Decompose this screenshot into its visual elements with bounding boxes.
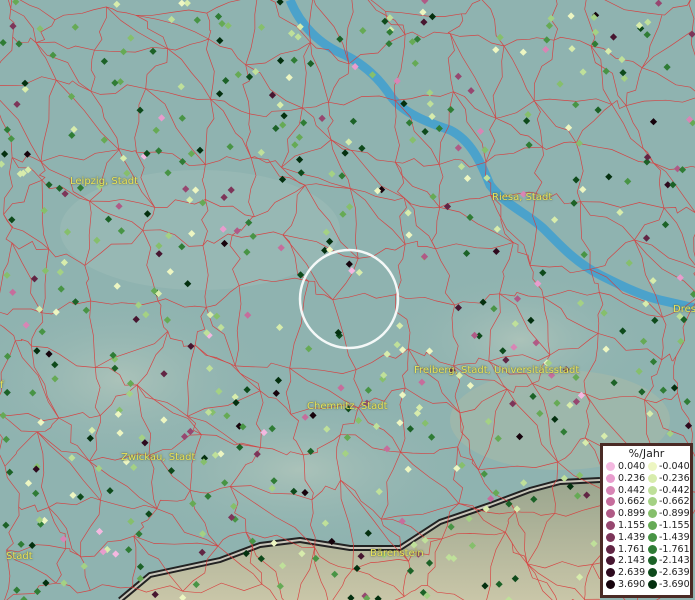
legend: %/Jahr 0.040 -0.040 0.236 -0.236 0.442 -0.442… xyxy=(600,443,693,598)
legend-row: 0.236 -0.236 xyxy=(603,473,690,485)
legend-row: 1.155 -1.155 xyxy=(603,520,690,532)
place-label-zwickau: Zwickau, Stadt xyxy=(121,452,196,463)
legend-swatch-positive xyxy=(606,497,615,507)
legend-swatch-negative xyxy=(648,544,657,554)
legend-value-negative: -3.690 xyxy=(659,578,690,590)
legend-row: 3.690 -3.690 xyxy=(603,579,690,591)
legend-value-negative: -2.639 xyxy=(659,567,690,579)
legend-value-positive: 0.899 xyxy=(618,508,646,520)
legend-swatch-positive xyxy=(606,485,615,495)
legend-value-positive: 0.236 xyxy=(618,472,646,484)
legend-value-positive: 1.761 xyxy=(618,543,646,555)
place-label-dresden: Dres xyxy=(673,304,695,315)
legend-swatch-positive xyxy=(606,509,615,519)
legend-value-positive: 3.690 xyxy=(618,578,646,590)
legend-value-positive: 0.040 xyxy=(618,461,646,472)
legend-value-negative: -1.761 xyxy=(659,543,690,555)
legend-swatch-positive xyxy=(606,473,615,483)
legend-value-positive: 0.662 xyxy=(618,496,646,508)
legend-value-negative: -0.662 xyxy=(659,496,690,508)
legend-swatch-positive xyxy=(606,532,615,542)
legend-swatch-positive xyxy=(606,568,615,578)
legend-value-negative: -2.143 xyxy=(659,555,690,567)
legend-row: 2.143 -2.143 xyxy=(603,555,690,567)
legend-value-positive: 1.155 xyxy=(618,519,646,531)
legend-row: 2.639 -2.639 xyxy=(603,567,690,579)
place-label-left-f: f xyxy=(0,380,4,391)
legend-swatch-positive xyxy=(606,520,615,530)
legend-swatch-negative xyxy=(648,462,657,471)
legend-swatch-positive xyxy=(606,544,615,554)
place-label-freiberg: Freiberg, Stadt, Universitätsstadt xyxy=(414,365,580,376)
legend-row: 1.761 -1.761 xyxy=(603,544,690,556)
legend-value-positive: 2.639 xyxy=(618,567,646,579)
legend-value-negative: -0.236 xyxy=(659,472,690,484)
legend-swatch-negative xyxy=(648,579,657,589)
legend-title: %/Jahr xyxy=(628,447,665,460)
legend-swatch-negative xyxy=(648,473,657,483)
legend-value-negative: -1.439 xyxy=(659,531,690,543)
place-label-baerenstein: Bärenstein xyxy=(370,548,424,559)
place-label-left-stadt: Stadt xyxy=(6,551,33,562)
legend-swatch-negative xyxy=(648,497,657,507)
legend-value-negative: -0.040 xyxy=(659,461,690,472)
legend-swatch-negative xyxy=(648,556,657,566)
legend-swatch-positive xyxy=(606,462,615,471)
legend-row: 0.899 -0.899 xyxy=(603,508,690,520)
legend-swatch-negative xyxy=(648,485,657,495)
legend-swatch-positive xyxy=(606,556,615,566)
legend-swatch-negative xyxy=(648,520,657,530)
legend-value-positive: 0.442 xyxy=(618,484,646,496)
legend-swatch-positive xyxy=(606,579,615,589)
legend-row: 0.662 -0.662 xyxy=(603,496,690,508)
legend-value-positive: 1.439 xyxy=(618,531,646,543)
legend-value-negative: -0.442 xyxy=(659,484,690,496)
legend-value-negative: -0.899 xyxy=(659,508,690,520)
legend-swatch-negative xyxy=(648,568,657,578)
legend-swatch-negative xyxy=(648,509,657,519)
legend-value-negative: -1.155 xyxy=(659,519,690,531)
legend-swatch-negative xyxy=(648,532,657,542)
map-canvas[interactable] xyxy=(0,0,695,600)
place-label-chemnitz: Chemnitz, Stadt xyxy=(307,401,388,412)
legend-row: 1.439 -1.439 xyxy=(603,532,690,544)
place-label-leipzig: Leipzig, Stadt xyxy=(70,176,139,187)
place-label-riesa: Riesa, Stadt xyxy=(492,192,553,203)
legend-row: 0.442 -0.442 xyxy=(603,485,690,497)
legend-value-positive: 2.143 xyxy=(618,555,646,567)
legend-row: 0.040 -0.040 xyxy=(603,461,690,473)
